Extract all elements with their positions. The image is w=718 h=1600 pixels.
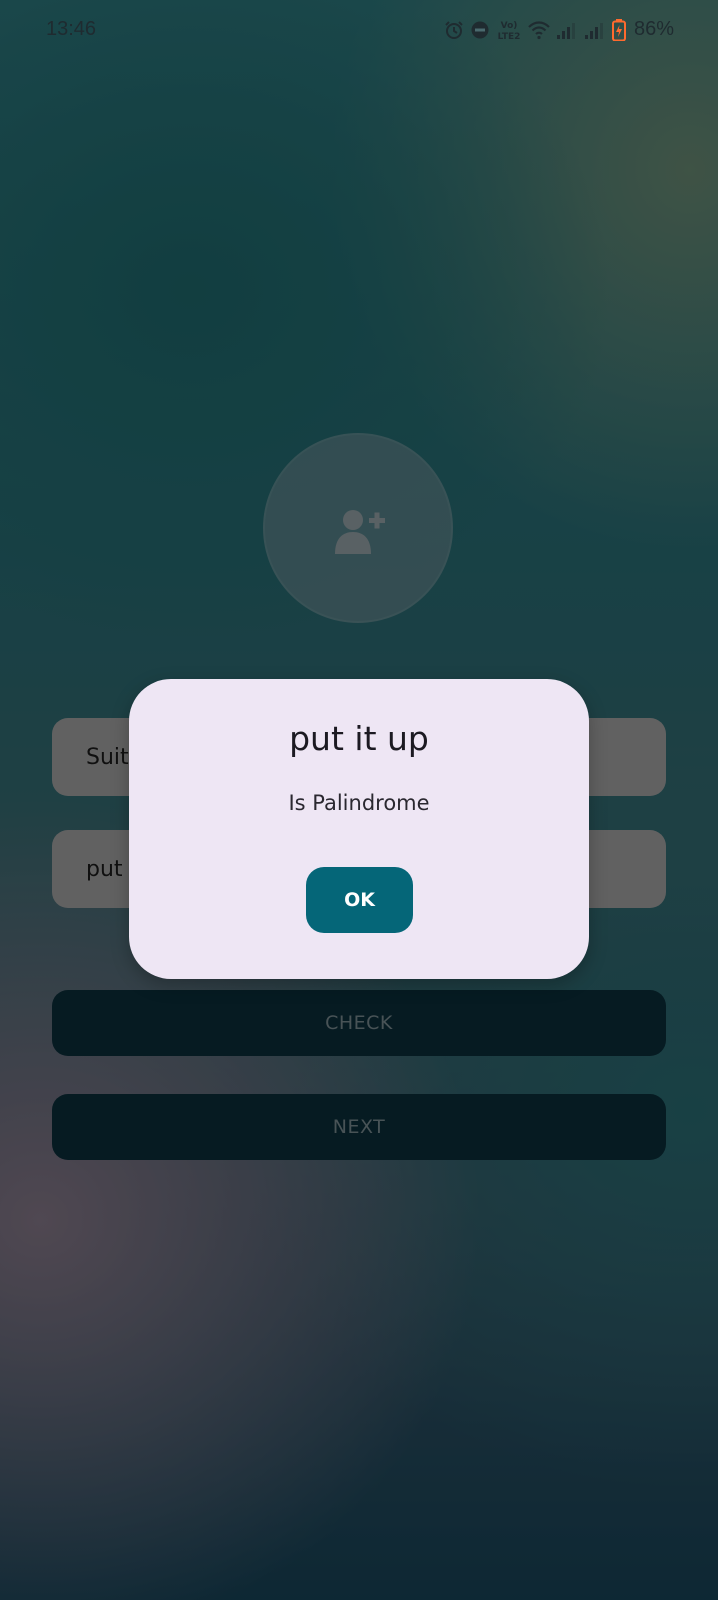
dialog-title: put it up [289,719,429,758]
status-time: 13:46 [46,18,97,40]
signal-icon [556,20,578,40]
svg-text:Vo): Vo) [501,21,518,31]
svg-text:LTE2: LTE2 [498,32,521,41]
wifi-icon [528,20,550,40]
dialog-message: Is Palindrome [288,791,430,815]
app-screen: Suit put CHECK NEXT 13:46 Vo) LTE2 86% p… [0,0,718,1600]
status-bar: 13:46 Vo) LTE2 86% [0,0,718,60]
battery-percentage: 86% [633,18,674,40]
do-not-disturb-icon [470,20,490,40]
status-icons: Vo) LTE2 86% [444,18,674,41]
volte-icon: Vo) LTE2 [496,19,522,41]
battery-charging-icon [611,18,626,41]
alarm-icon [444,20,464,40]
ok-button[interactable]: OK [306,867,413,933]
result-dialog: put it up Is Palindrome OK [129,679,589,979]
signal-icon [584,20,606,40]
